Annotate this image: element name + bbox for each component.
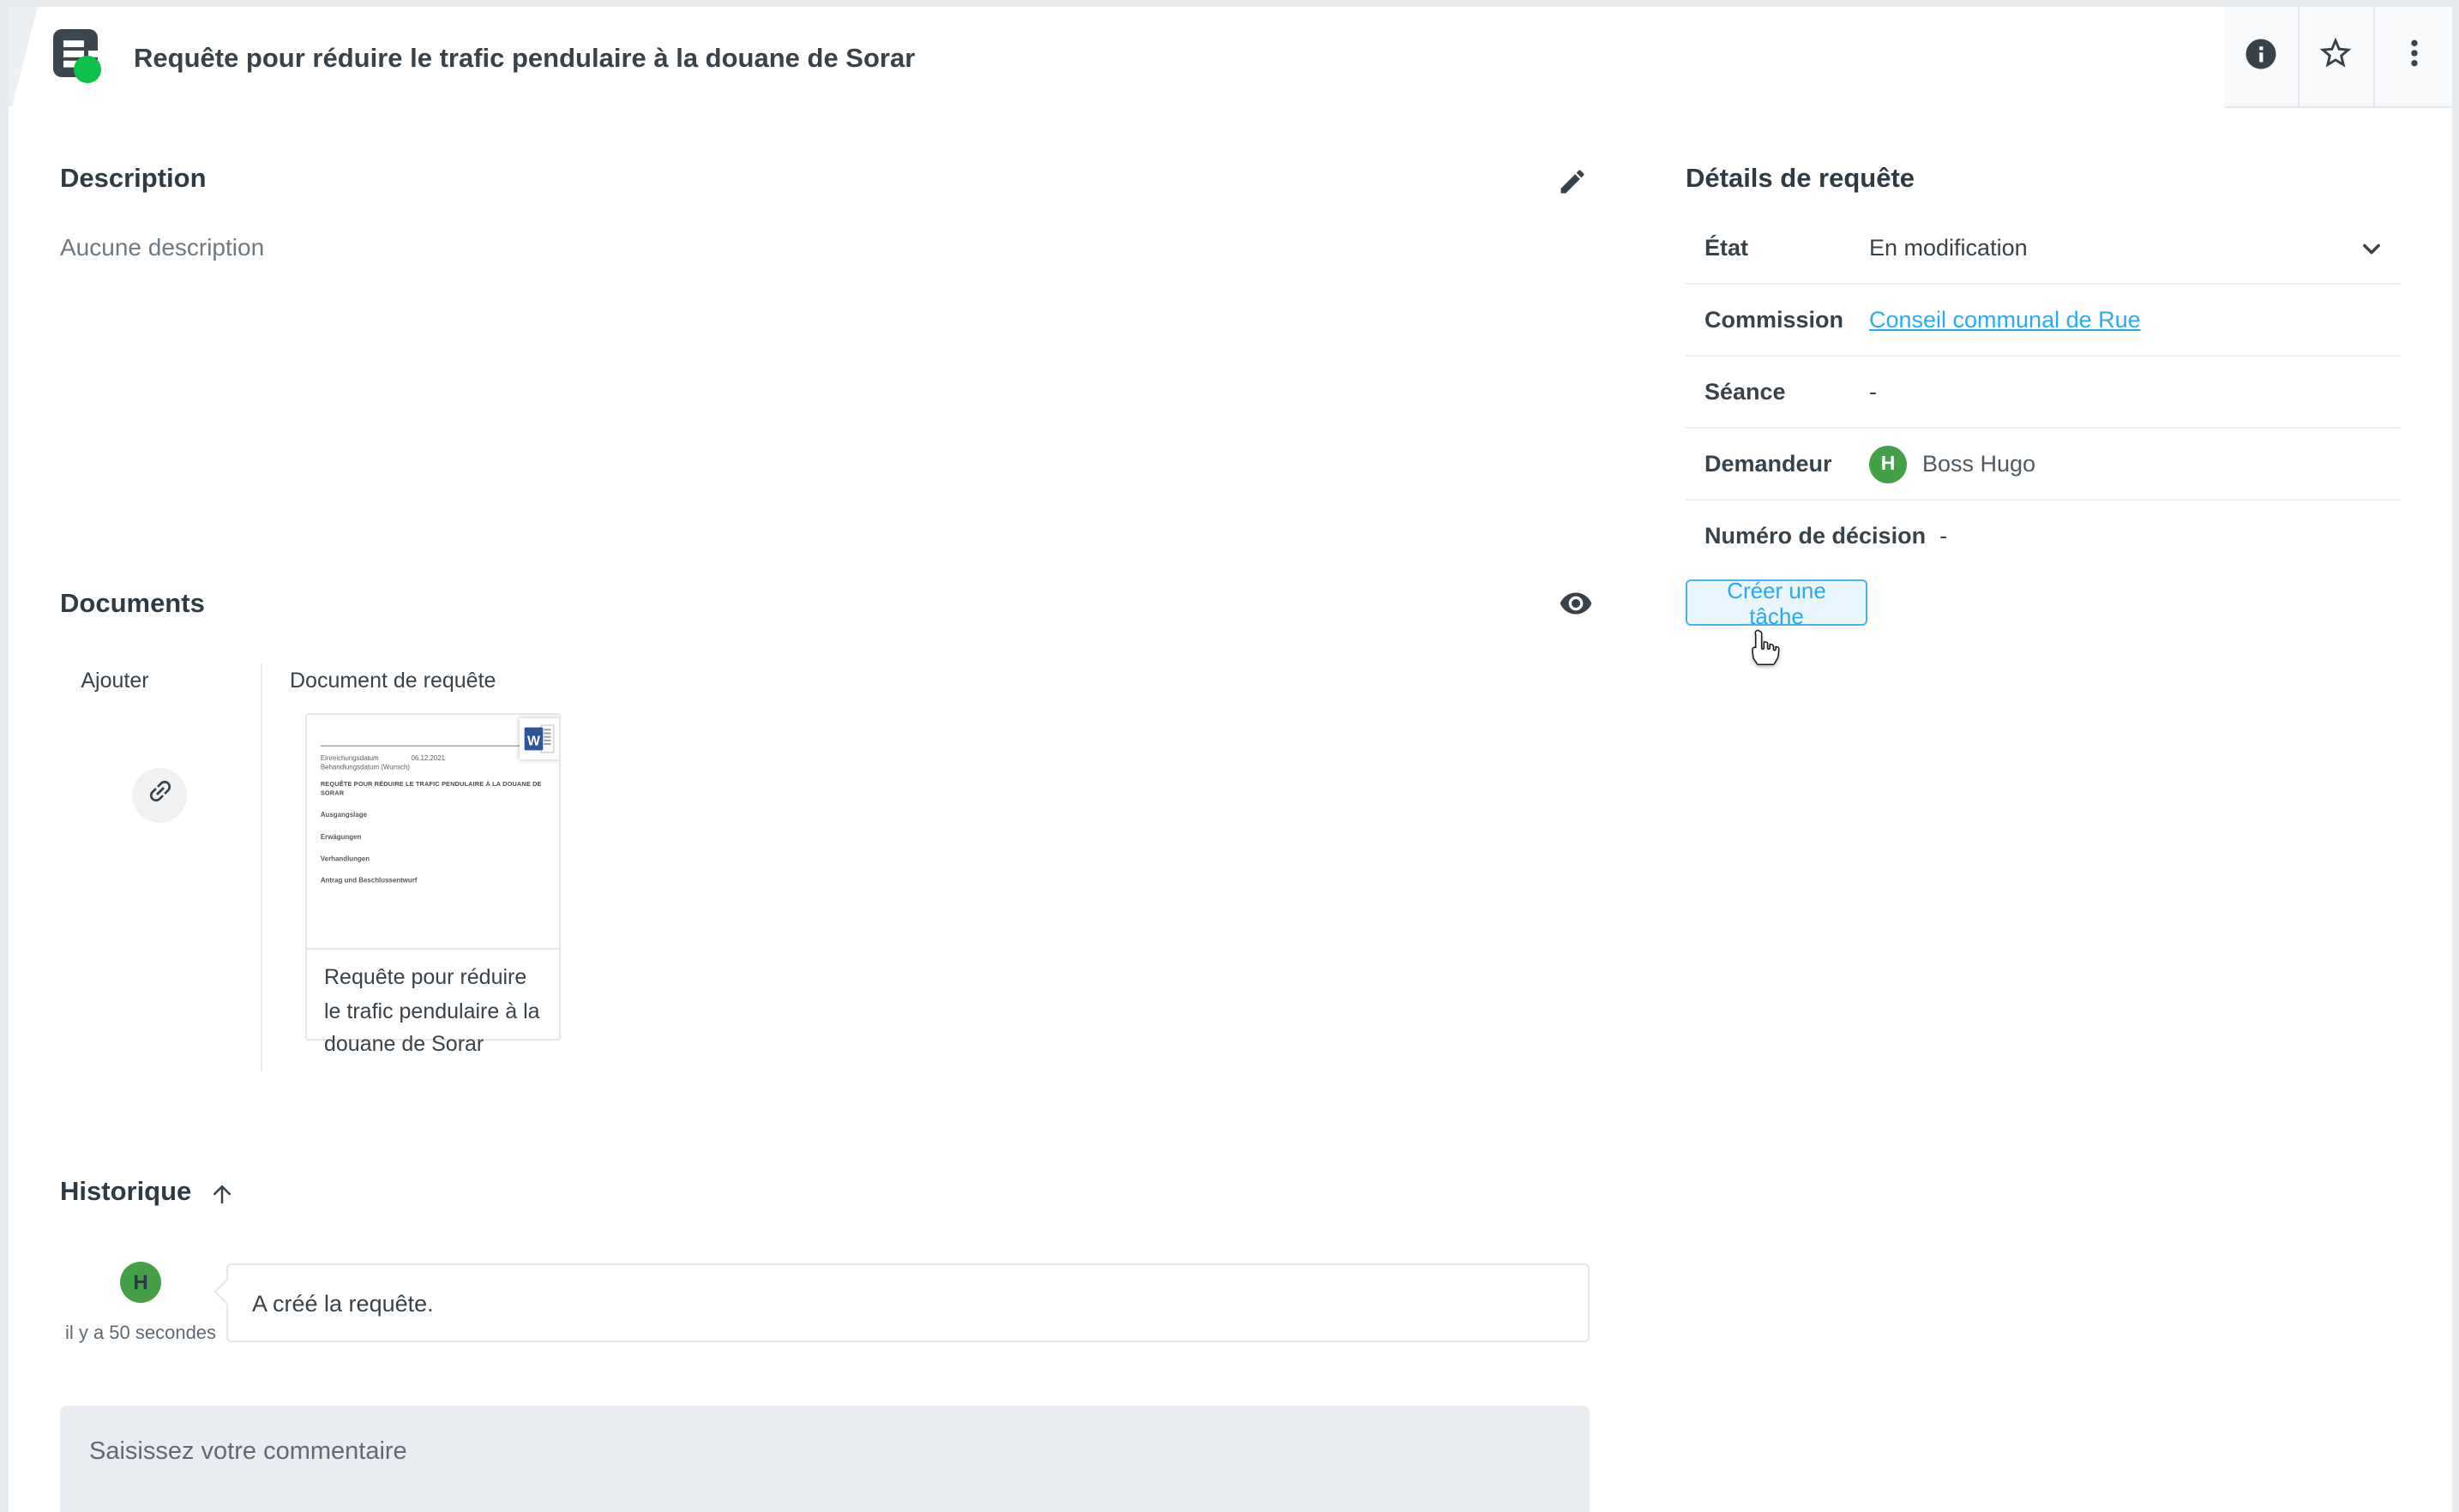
bubble-tail bbox=[213, 1278, 240, 1305]
arrow-up-icon[interactable] bbox=[208, 1180, 234, 1206]
info-circle-icon bbox=[2243, 35, 2279, 80]
detail-row-commission: Commission Conseil communal de Rue bbox=[1686, 285, 2401, 357]
history-entry-text: A créé la requête. bbox=[252, 1290, 434, 1316]
detail-row-seance: Séance - bbox=[1686, 357, 2401, 429]
detail-label: Demandeur bbox=[1686, 451, 1869, 477]
more-menu-button[interactable] bbox=[2375, 7, 2452, 108]
corner-slant-decoration bbox=[9, 7, 43, 106]
document-card[interactable]: ▪▪▪▪▪▪▪▪ ▪▪▪▪▪▪ Einreichungsdatum 06.12.… bbox=[305, 713, 561, 1041]
add-column-label: Ajouter bbox=[60, 669, 170, 693]
details-table: État En modification Commission Conseil … bbox=[1686, 213, 2401, 571]
edit-description-button[interactable] bbox=[1552, 165, 1593, 206]
page-title: Requête pour réduire le trafic pendulair… bbox=[134, 45, 915, 75]
favorite-button[interactable] bbox=[2298, 7, 2373, 108]
detail-label: Commission bbox=[1686, 307, 1869, 333]
thumbnail-section: Ausgangslage bbox=[321, 812, 544, 821]
kebab-menu-icon bbox=[2396, 36, 2431, 79]
chevron-down-icon[interactable] bbox=[2360, 236, 2384, 260]
add-link-button[interactable] bbox=[132, 768, 187, 823]
doc-column-label: Document de requête bbox=[290, 669, 496, 693]
eye-icon bbox=[1559, 585, 1593, 628]
detail-row-etat[interactable]: État En modification bbox=[1686, 213, 2401, 285]
thumbnail-meta-label: Einreichungsdatum bbox=[321, 754, 412, 764]
detail-row-demandeur: Demandeur H Boss Hugo bbox=[1686, 429, 2401, 501]
thumbnail-section: Antrag und Beschlussentwurf bbox=[321, 876, 544, 885]
detail-value: Boss Hugo bbox=[1922, 451, 2035, 477]
main-card: Requête pour réduire le trafic pendulair… bbox=[9, 7, 2452, 1512]
request-document-icon bbox=[53, 29, 105, 93]
comment-input[interactable] bbox=[60, 1406, 1590, 1512]
documents-column-divider bbox=[261, 663, 262, 1071]
history-entry-bubble: A créé la requête. bbox=[226, 1263, 1590, 1342]
avatar: H bbox=[1869, 445, 1907, 483]
document-caption: Requête pour réduire le trafic pendulair… bbox=[307, 950, 559, 1074]
star-outline-icon bbox=[2317, 34, 2354, 81]
detail-row-numero-decision: Numéro de décision - bbox=[1686, 501, 2401, 571]
documents-heading: Documents bbox=[60, 590, 205, 621]
thumbnail-letterhead: ▪▪▪▪▪▪▪▪ bbox=[321, 724, 544, 742]
thumbnail-meta-row: Einreichungsdatum 06.12.2021 bbox=[321, 754, 544, 764]
detail-value: - bbox=[1939, 523, 2401, 549]
thumbnail-title: REQUÊTE POUR RÉDUIRE LE TRAFIC PENDULAIR… bbox=[321, 782, 544, 799]
detail-label: État bbox=[1686, 235, 1869, 261]
detail-label: Numéro de décision bbox=[1686, 523, 1939, 549]
header-actions-panel bbox=[2191, 7, 2452, 108]
history-timestamp: il y a 50 secondes bbox=[57, 1323, 225, 1344]
thumbnail-section: Verhandlungen bbox=[321, 855, 544, 864]
word-file-icon: W bbox=[520, 718, 559, 759]
description-heading: Description bbox=[60, 165, 207, 195]
detail-value: En modification bbox=[1869, 235, 2028, 261]
thumbnail-meta-value: 06.12.2021 bbox=[411, 754, 445, 764]
page: Requête pour réduire le trafic pendulair… bbox=[0, 0, 2459, 1512]
commission-link[interactable]: Conseil communal de Rue bbox=[1869, 307, 2141, 333]
description-empty-text: Aucune description bbox=[60, 233, 264, 261]
document-thumbnail: ▪▪▪▪▪▪▪▪ ▪▪▪▪▪▪ Einreichungsdatum 06.12.… bbox=[307, 715, 559, 950]
detail-value: - bbox=[1869, 379, 2401, 405]
thumbnail-rule: ▪▪▪▪▪▪ bbox=[321, 746, 544, 747]
svg-text:W: W bbox=[527, 735, 540, 749]
info-button[interactable] bbox=[2224, 7, 2298, 108]
history-heading: Historique bbox=[60, 1178, 191, 1209]
history-avatar: H bbox=[120, 1262, 161, 1303]
details-heading: Détails de requête bbox=[1686, 165, 1915, 195]
toggle-visibility-button[interactable] bbox=[1555, 586, 1596, 627]
create-task-button[interactable]: Créer une tâche bbox=[1686, 579, 1867, 626]
history-heading-row: Historique bbox=[60, 1178, 234, 1209]
thumbnail-section: Erwägungen bbox=[321, 833, 544, 843]
mouse-cursor-pointer bbox=[1744, 627, 1782, 677]
chain-link-icon bbox=[145, 777, 174, 814]
detail-label: Séance bbox=[1686, 379, 1869, 405]
thumbnail-meta-label2: Behandlungsdatum (Wunsch) bbox=[321, 764, 544, 773]
pencil-icon bbox=[1557, 165, 1588, 205]
